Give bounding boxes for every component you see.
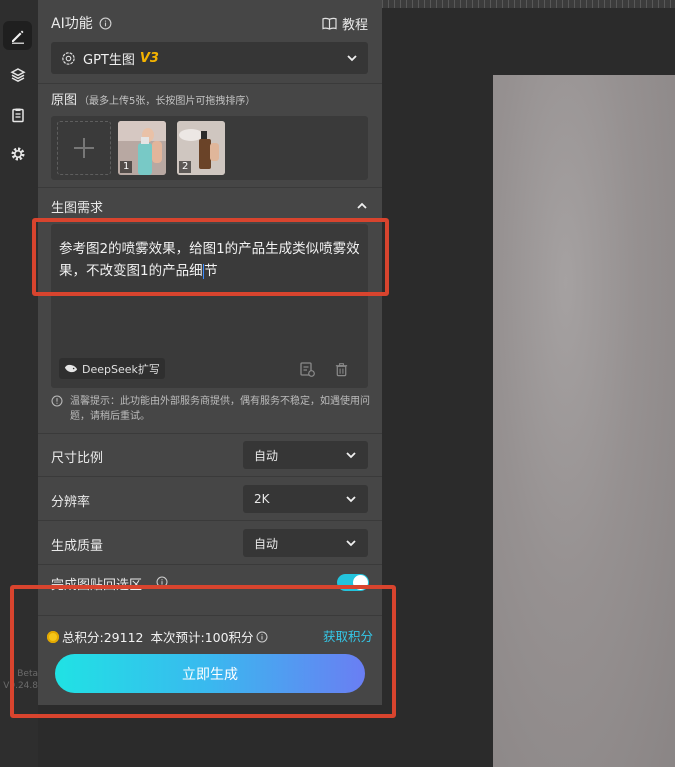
panel-header: AI功能 教程 bbox=[51, 12, 368, 34]
deepseek-expand-button[interactable]: DeepSeek扩写 bbox=[59, 358, 165, 379]
plus-icon bbox=[74, 138, 94, 158]
highlight-box-prompt bbox=[32, 218, 389, 296]
add-image-button[interactable] bbox=[57, 121, 111, 175]
quality-label: 生成质量 bbox=[51, 539, 104, 554]
model-version-badge: V3 bbox=[139, 50, 159, 66]
clipboard-icon[interactable] bbox=[3, 100, 32, 129]
resolution-label: 分辨率 bbox=[51, 495, 91, 510]
tip-text: 温馨提示：此功能由外部服务商提供，偶有服务不稳定，如遇使用问题，请稍后重试。 bbox=[70, 396, 370, 422]
prompt-header[interactable]: 生图需求 bbox=[51, 196, 368, 216]
alert-icon bbox=[51, 395, 63, 407]
resolution-value: 2K bbox=[254, 492, 270, 506]
source-image-thumb[interactable]: 1 bbox=[118, 121, 166, 175]
source-image-thumb[interactable]: 2 bbox=[177, 121, 225, 175]
history-icon[interactable] bbox=[299, 361, 315, 377]
prompt-title: 生图需求 bbox=[51, 200, 104, 216]
layers-icon[interactable] bbox=[3, 60, 32, 89]
image-index-badge: 1 bbox=[120, 161, 133, 173]
source-hint: （最多上传5张，长按图片可拖拽排序） bbox=[79, 96, 256, 107]
canvas-image[interactable] bbox=[493, 75, 675, 767]
openai-icon bbox=[62, 51, 75, 65]
chevron-down-icon bbox=[346, 540, 356, 547]
model-select[interactable]: GPT生图 V3 bbox=[51, 42, 368, 74]
model-name: GPT生图 bbox=[83, 52, 135, 68]
info-icon[interactable] bbox=[99, 17, 112, 30]
resolution-select[interactable]: 2K bbox=[243, 485, 368, 513]
image-index-badge: 2 bbox=[179, 161, 192, 173]
ratio-select[interactable]: 自动 bbox=[243, 441, 368, 469]
ratio-label: 尺寸比例 bbox=[51, 451, 104, 466]
chevron-down-icon bbox=[347, 55, 357, 62]
chevron-down-icon bbox=[346, 496, 356, 503]
image-upload-area: 1 2 bbox=[51, 116, 368, 180]
horizontal-ruler bbox=[382, 0, 675, 8]
book-icon bbox=[322, 17, 337, 30]
highlight-box-generate bbox=[10, 585, 396, 718]
ratio-value: 自动 bbox=[254, 448, 279, 463]
ratio-row: 尺寸比例 自动 bbox=[38, 441, 382, 471]
edit-icon[interactable] bbox=[3, 21, 32, 50]
service-tip: 温馨提示：此功能由外部服务商提供，偶有服务不稳定，如遇使用问题，请稍后重试。 bbox=[51, 394, 371, 424]
source-header: 原图 （最多上传5张，长按图片可拖拽排序） bbox=[51, 89, 255, 108]
quality-select[interactable]: 自动 bbox=[243, 529, 368, 557]
tutorial-label: 教程 bbox=[341, 17, 368, 33]
resolution-row: 分辨率 2K bbox=[38, 485, 382, 515]
chevron-up-icon[interactable] bbox=[356, 200, 368, 212]
tutorial-link[interactable]: 教程 bbox=[322, 14, 368, 33]
source-title: 原图 bbox=[51, 93, 78, 108]
gear-icon[interactable] bbox=[3, 139, 32, 168]
whale-icon bbox=[64, 364, 78, 373]
quality-value: 自动 bbox=[254, 536, 279, 551]
quality-row: 生成质量 自动 bbox=[38, 529, 382, 559]
panel-title: AI功能 bbox=[51, 16, 93, 32]
trash-icon[interactable] bbox=[334, 362, 349, 377]
deepseek-label: DeepSeek扩写 bbox=[82, 362, 160, 376]
chevron-down-icon bbox=[346, 452, 356, 459]
